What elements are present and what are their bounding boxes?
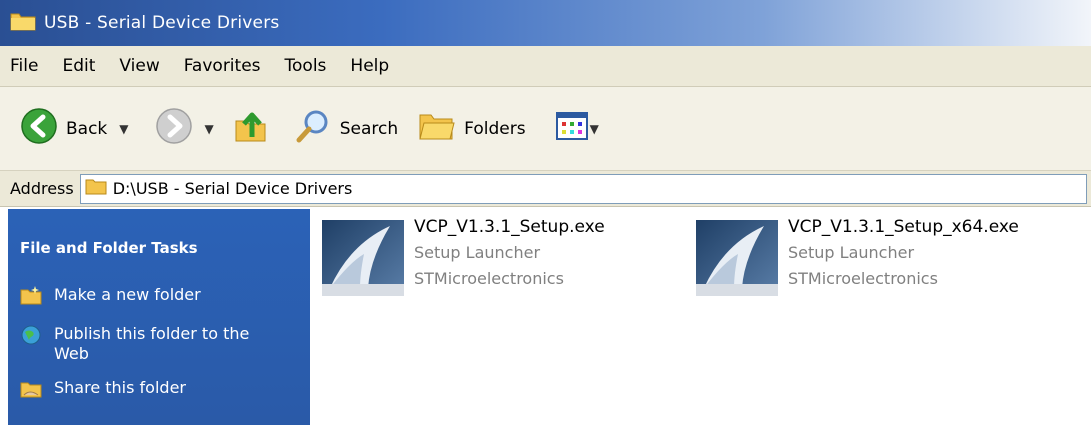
setup-launcher-icon [694,214,780,300]
task-label: Publish this folder to the Web [54,324,250,363]
folder-icon [10,10,36,37]
back-arrow-icon [20,107,58,150]
address-folder-icon [85,177,107,200]
file-info: VCP_V1.3.1_Setup_x64.exe Setup Launcher … [788,214,1019,292]
folders-button[interactable]: Folders [418,109,526,148]
search-icon [294,107,332,150]
task-share-folder[interactable]: Share this folder [20,378,298,403]
menu-bar: File Edit View Favorites Tools Help [0,46,1091,87]
menu-edit[interactable]: Edit [62,56,95,76]
file-description: Setup Launcher [788,243,915,262]
file-description: Setup Launcher [414,243,541,262]
back-label: Back [66,118,108,139]
task-make-new-folder[interactable]: Make a new folder [20,285,298,310]
menu-tools[interactable]: Tools [285,56,327,76]
file-item[interactable]: VCP_V1.3.1_Setup_x64.exe Setup Launcher … [694,214,1019,300]
file-name: VCP_V1.3.1_Setup_x64.exe [788,217,1019,237]
file-company: STMicroelectronics [788,269,938,288]
task-pane-header: File and Folder Tasks [20,239,198,257]
share-folder-icon [20,378,42,403]
file-name: VCP_V1.3.1_Setup.exe [414,217,605,237]
address-value: D:\USB - Serial Device Drivers [112,179,353,198]
menu-favorites[interactable]: Favorites [184,56,261,76]
up-folder-icon[interactable] [232,107,270,150]
folders-icon [418,109,456,148]
task-pane: File and Folder Tasks Make a new folder … [8,209,310,425]
forward-button[interactable] [155,107,193,150]
menu-help[interactable]: Help [350,56,389,76]
publish-web-icon [20,324,42,351]
views-button[interactable]: ▼ [555,112,599,145]
window-title: USB - Serial Device Drivers [44,13,280,33]
menu-view[interactable]: View [119,56,159,76]
forward-arrow-icon [155,107,193,150]
task-label: Make a new folder [54,285,201,304]
file-item[interactable]: VCP_V1.3.1_Setup.exe Setup Launcher STMi… [320,214,605,300]
views-grid-icon [555,112,588,145]
address-label: Address [10,179,74,198]
forward-dropdown-icon[interactable]: ▼ [205,122,214,136]
folders-label: Folders [464,118,526,139]
views-dropdown-icon: ▼ [589,121,599,136]
file-company: STMicroelectronics [414,269,564,288]
back-button[interactable]: Back [20,107,107,150]
toolbar: Back ▼ ▼ Search Folders ▼ [0,87,1091,171]
task-publish-folder[interactable]: Publish this folder to the Web [20,324,298,364]
search-label: Search [339,118,399,139]
back-dropdown-icon[interactable]: ▼ [119,122,128,136]
menu-file[interactable]: File [10,56,38,76]
task-label: Share this folder [54,378,186,397]
address-input[interactable]: D:\USB - Serial Device Drivers [79,173,1087,204]
setup-launcher-icon [320,214,406,300]
search-button[interactable]: Search [294,107,398,150]
file-info: VCP_V1.3.1_Setup.exe Setup Launcher STMi… [414,214,605,292]
new-folder-icon [20,285,42,310]
title-bar: USB - Serial Device Drivers [0,0,1091,46]
address-bar: Address D:\USB - Serial Device Drivers [0,171,1091,207]
